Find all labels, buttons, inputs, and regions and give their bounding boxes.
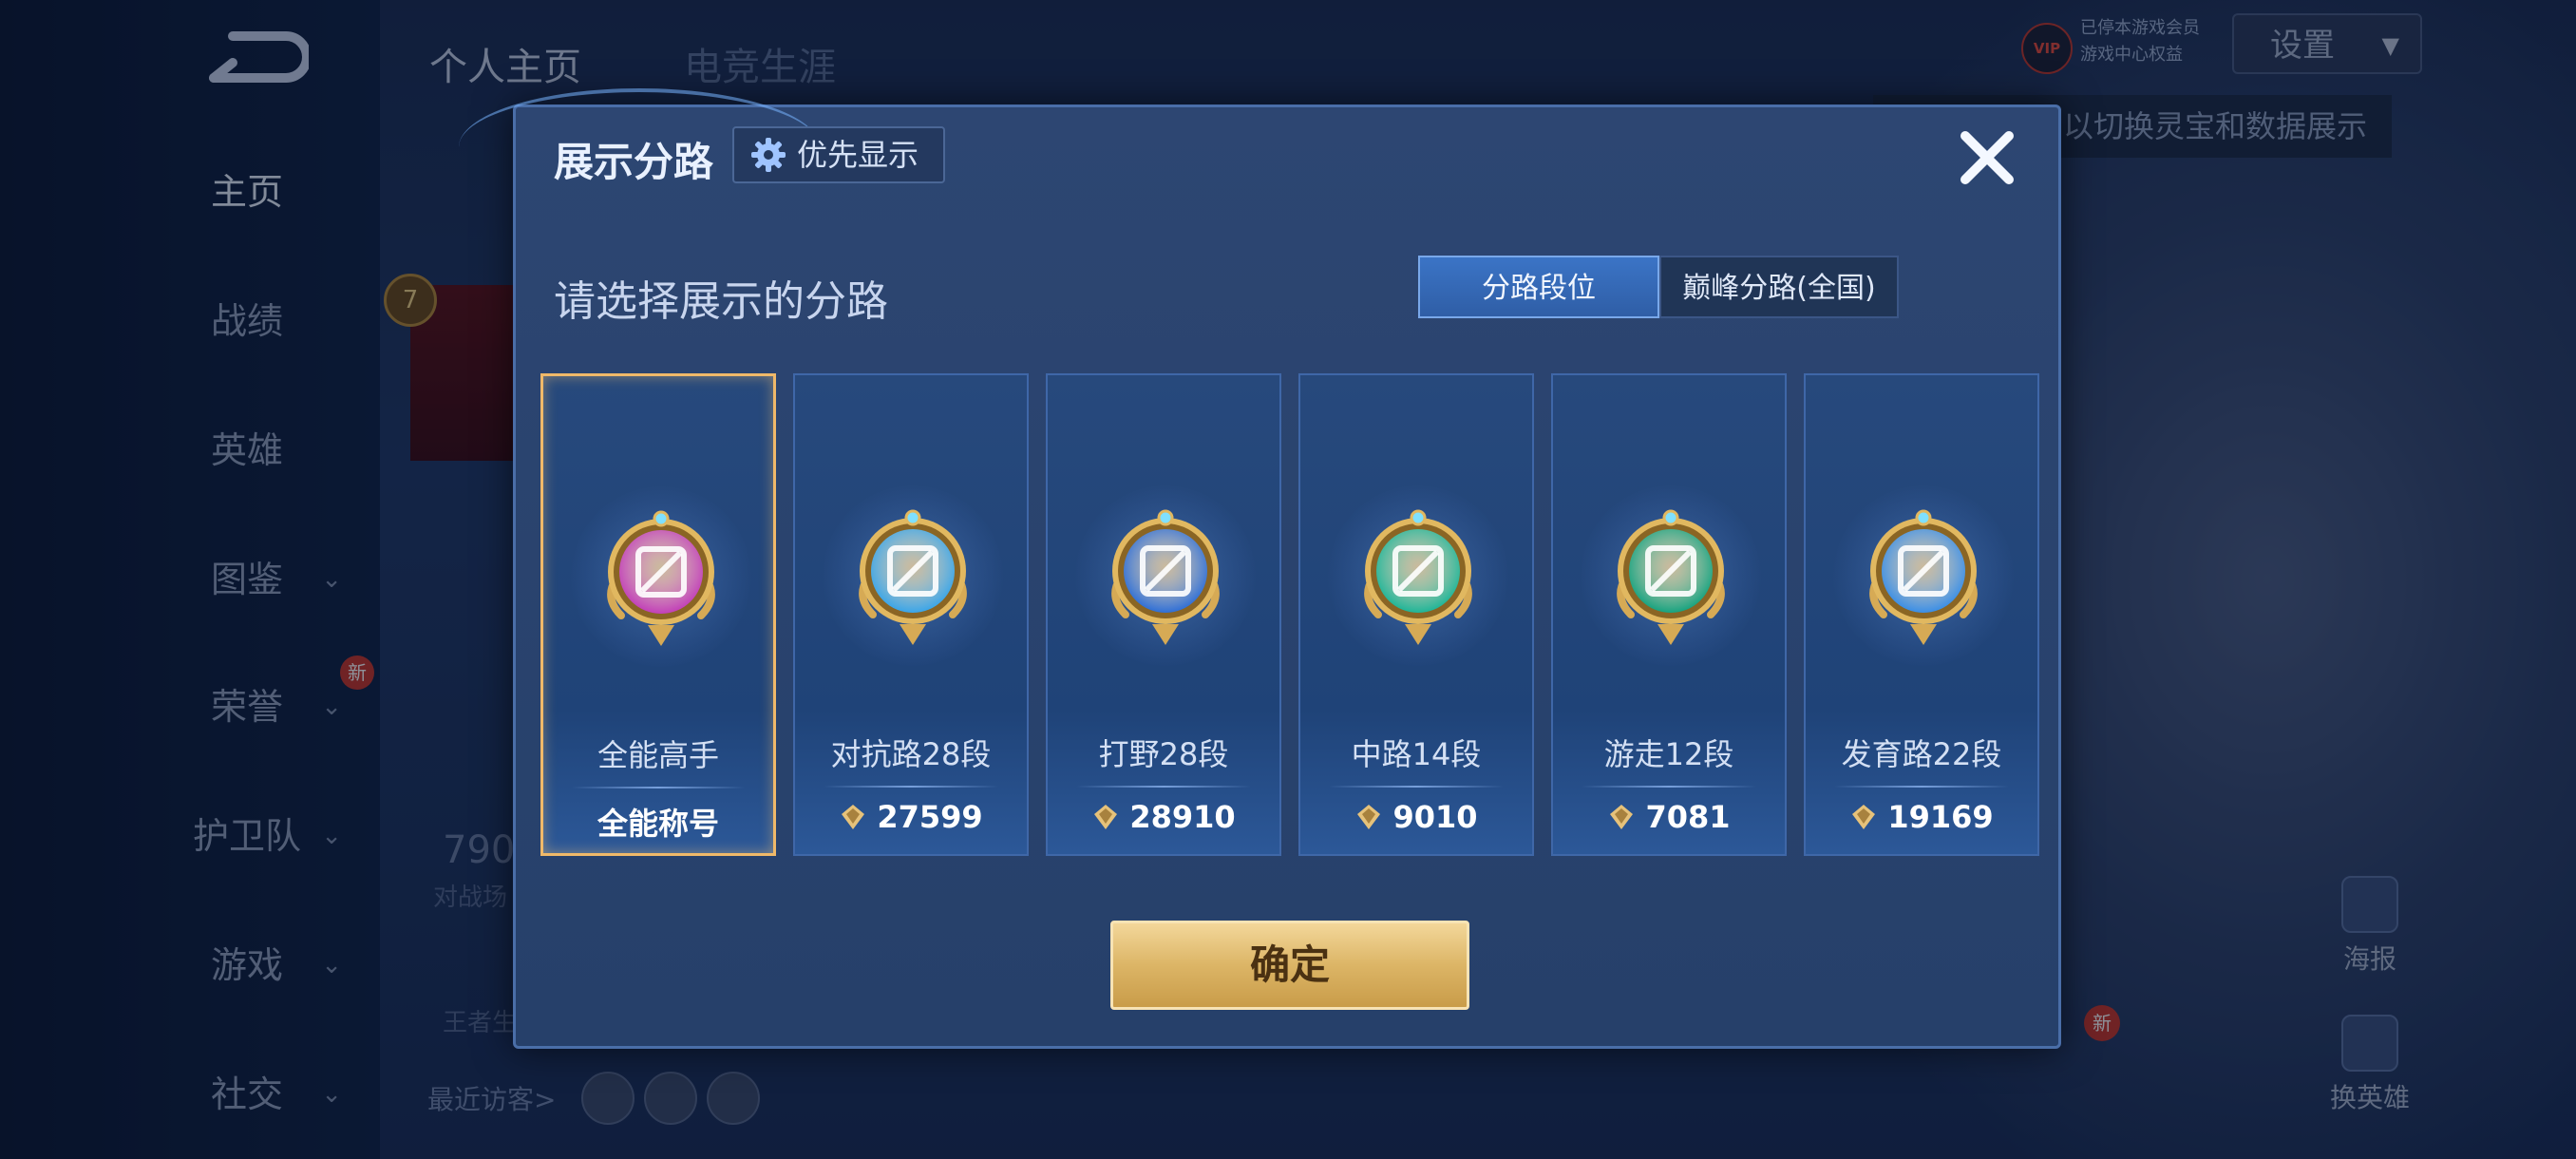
lane-score: 全能称号 <box>597 806 719 842</box>
close-icon[interactable] <box>1954 124 2020 191</box>
lane-score: 7081 <box>1553 799 1785 835</box>
tab-peak-lane-national[interactable]: 巅峰分路(全国) <box>1659 256 1899 318</box>
lane-card[interactable]: 中路14段 9010 <box>1298 373 1534 856</box>
lane-name: 中路14段 <box>1351 736 1482 772</box>
lane-card[interactable]: 游走12段 7081 <box>1551 373 1787 856</box>
lane-card[interactable]: 打野28段 28910 <box>1046 373 1281 856</box>
lane-emblem-icon <box>1857 503 1990 655</box>
dialog-subtitle: 请选择展示的分路 <box>554 277 888 326</box>
lane-emblem-icon <box>846 503 979 655</box>
divider <box>1834 786 2009 788</box>
divider <box>572 787 745 788</box>
rank-points-icon <box>1357 805 1381 829</box>
gear-icon <box>751 138 786 172</box>
confirm-button[interactable]: 确定 <box>1110 921 1469 1010</box>
lane-emblem-icon <box>595 504 728 656</box>
lane-card[interactable]: 发育路22段 19169 <box>1804 373 2039 856</box>
rank-points-icon <box>1610 805 1634 829</box>
tab-lane-rank[interactable]: 分路段位 <box>1418 256 1659 318</box>
divider <box>1582 786 1756 788</box>
lane-name: 打野28段 <box>1098 736 1229 772</box>
priority-display-button[interactable]: 优先显示 <box>732 126 945 183</box>
lane-score: 19169 <box>1806 799 2037 835</box>
divider <box>1329 786 1504 788</box>
lane-score: 27599 <box>795 799 1027 835</box>
lane-card[interactable]: 全能高手 全能称号 <box>540 373 776 856</box>
rank-points-icon <box>842 805 865 829</box>
lane-score: 28910 <box>1048 799 1279 835</box>
lane-name: 全能高手 <box>597 737 719 773</box>
rank-points-icon <box>1094 805 1118 829</box>
lane-name: 发育路22段 <box>1841 736 2002 772</box>
rank-points-icon <box>1852 805 1876 829</box>
lane-card[interactable]: 对抗路28段 27599 <box>793 373 1029 856</box>
lane-emblem-icon <box>1099 503 1232 655</box>
divider <box>824 786 998 788</box>
lane-name: 游走12段 <box>1603 736 1734 772</box>
lane-emblem-icon <box>1604 503 1737 655</box>
divider <box>1076 786 1251 788</box>
lane-emblem-icon <box>1352 503 1485 655</box>
lane-display-dialog: 展示分路 优先显示 请选择展示的分路 分路段位 巅峰分路(全国) 全能高手 全能… <box>459 88 2061 1049</box>
dialog-title: 展示分路 <box>554 139 714 185</box>
lane-name: 对抗路28段 <box>830 736 992 772</box>
lane-score: 9010 <box>1300 799 1532 835</box>
